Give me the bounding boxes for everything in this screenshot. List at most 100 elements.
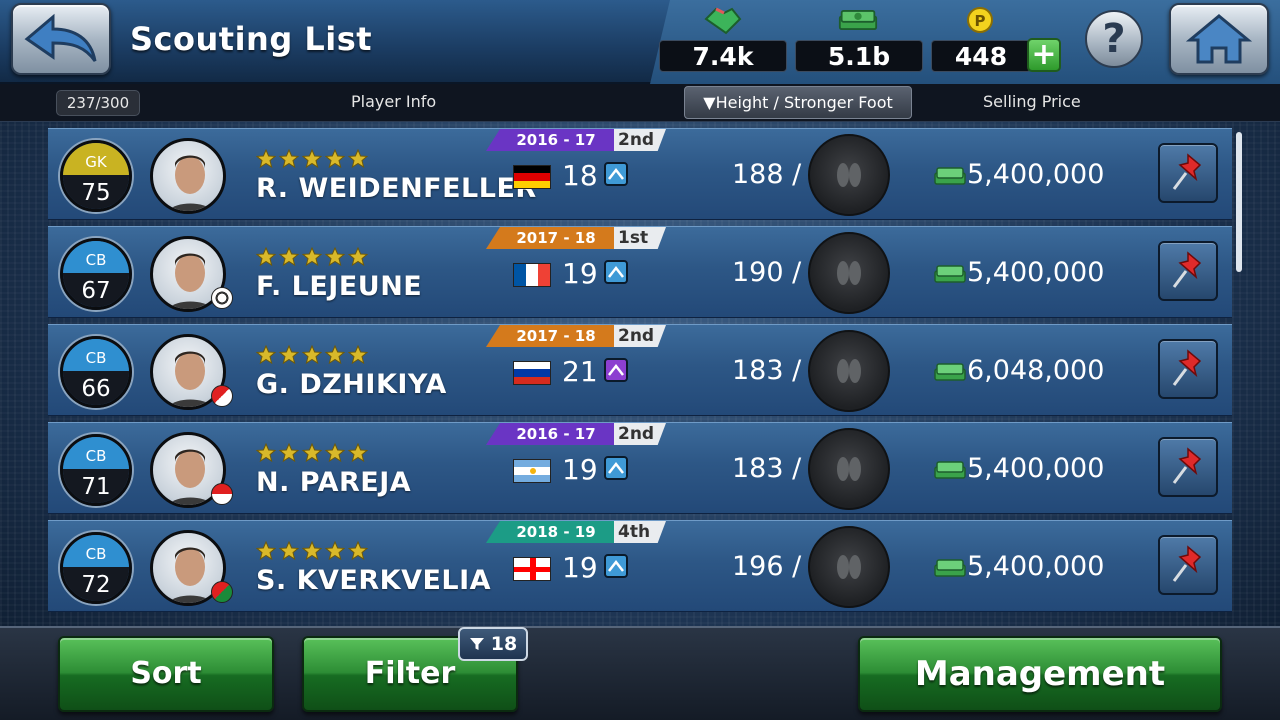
pin-button[interactable] [1158,339,1218,399]
management-menu-button[interactable]: Management Menu [858,636,1222,712]
star-icon [279,541,299,561]
player-avatar[interactable] [150,138,226,214]
plus-icon: + [1031,37,1057,72]
pin-button[interactable] [1158,143,1218,203]
nationality-flag-icon [513,459,551,483]
funnel-icon [469,638,484,650]
coin-value: 448 [931,40,1031,72]
star-icon [256,443,276,463]
stronger-foot-icon [808,428,890,510]
player-row[interactable]: CB 71 N. PAREJA 2016 - 17 2nd 19 183 / 5… [48,422,1232,514]
page-title: Scouting List [130,20,373,58]
player-height: 190 / [732,257,802,288]
player-name: F. LEJEUNE [256,271,423,302]
player-name: G. DZHIKIYA [256,369,447,400]
club-badge-icon [211,287,233,309]
selling-price: 5,400,000 [967,159,1105,190]
season-label: 2018 - 19 [486,521,618,543]
overall-rating: 72 [63,566,129,601]
position-label: GK [63,143,129,175]
player-row[interactable]: CB 67 F. LEJEUNE 2017 - 18 1st 19 190 / … [48,226,1232,318]
star-icon [325,247,345,267]
money-icon [934,363,966,381]
star-icon [279,345,299,365]
season-label: 2017 - 18 [486,227,618,249]
overall-rating: 66 [63,370,129,405]
player-age: 18 [562,159,598,192]
overall-rating: 75 [63,174,129,209]
selling-price-header: Selling Price [983,92,1081,111]
growth-type-icon [604,260,628,284]
sort-column-header[interactable]: ▼Height / Stronger Foot [684,86,912,119]
season-label: 2016 - 17 [486,423,618,445]
player-face-icon [168,155,214,211]
question-icon: ? [1102,16,1126,62]
home-button[interactable] [1169,3,1269,75]
list-scrollbar[interactable] [1236,132,1242,272]
money-icon [934,559,966,577]
star-icon [279,247,299,267]
nationality-flag-icon [513,165,551,189]
player-row[interactable]: CB 66 G. DZHIKIYA 2017 - 18 2nd 21 183 /… [48,324,1232,416]
star-rating [256,541,368,563]
star-icon [325,541,345,561]
player-name: R. WEIDENFELLER [256,173,537,204]
selling-price: 5,400,000 [967,453,1105,484]
player-height: 188 / [732,159,802,190]
pin-button[interactable] [1158,437,1218,497]
player-age: 19 [562,551,598,584]
season-tab: 2018 - 19 4th [486,521,666,545]
growth-type-icon [604,162,628,186]
player-list[interactable]: GK 75 R. WEIDENFELLER 2016 - 17 2nd 18 1… [48,128,1232,625]
column-header-bar [0,84,1280,122]
player-age: 21 [562,355,598,388]
season-rank: 2nd [614,129,666,151]
star-icon [348,443,368,463]
home-icon [1186,14,1252,64]
filter-count: 18 [490,633,518,655]
stronger-foot-icon [808,232,890,314]
nationality-flag-icon [513,361,551,385]
nationality-flag-icon [513,263,551,287]
player-height: 183 / [732,453,802,484]
add-coins-button[interactable]: + [1027,38,1061,72]
star-rating [256,443,368,465]
help-button[interactable]: ? [1085,10,1143,68]
season-rank: 4th [614,521,666,543]
player-height: 183 / [732,355,802,386]
club-badge-icon [211,483,233,505]
season-tab: 2016 - 17 2nd [486,423,666,447]
list-count: 237/300 [56,90,140,116]
position-label: CB [63,339,129,371]
player-age: 19 [562,257,598,290]
position-label: CB [63,535,129,567]
player-row[interactable]: CB 72 S. KVERKVELIA 2018 - 19 4th 19 196… [48,520,1232,612]
pin-button[interactable] [1158,241,1218,301]
back-button[interactable] [11,3,111,75]
pushpin-icon [1172,447,1202,484]
player-name: N. PAREJA [256,467,412,498]
money-icon [934,461,966,479]
season-label: 2016 - 17 [486,129,618,151]
star-icon [325,443,345,463]
pin-button[interactable] [1158,535,1218,595]
pushpin-icon [1172,153,1202,190]
player-row[interactable]: GK 75 R. WEIDENFELLER 2016 - 17 2nd 18 1… [48,128,1232,220]
sort-button[interactable]: Sort [58,636,274,712]
star-icon [302,345,322,365]
star-rating [256,345,368,367]
player-age: 19 [562,453,598,486]
star-icon [256,149,276,169]
star-icon [302,541,322,561]
star-icon [256,541,276,561]
selling-price: 5,400,000 [967,257,1105,288]
stronger-foot-icon [808,330,890,412]
star-icon [256,247,276,267]
star-icon [302,247,322,267]
star-icon [302,149,322,169]
sort-column-label: Height / Stronger Foot [715,93,893,112]
position-rating-badge: CB 72 [60,532,132,604]
pushpin-icon [1172,545,1202,582]
position-rating-badge: CB 67 [60,238,132,310]
money-value: 5.1b [795,40,923,72]
